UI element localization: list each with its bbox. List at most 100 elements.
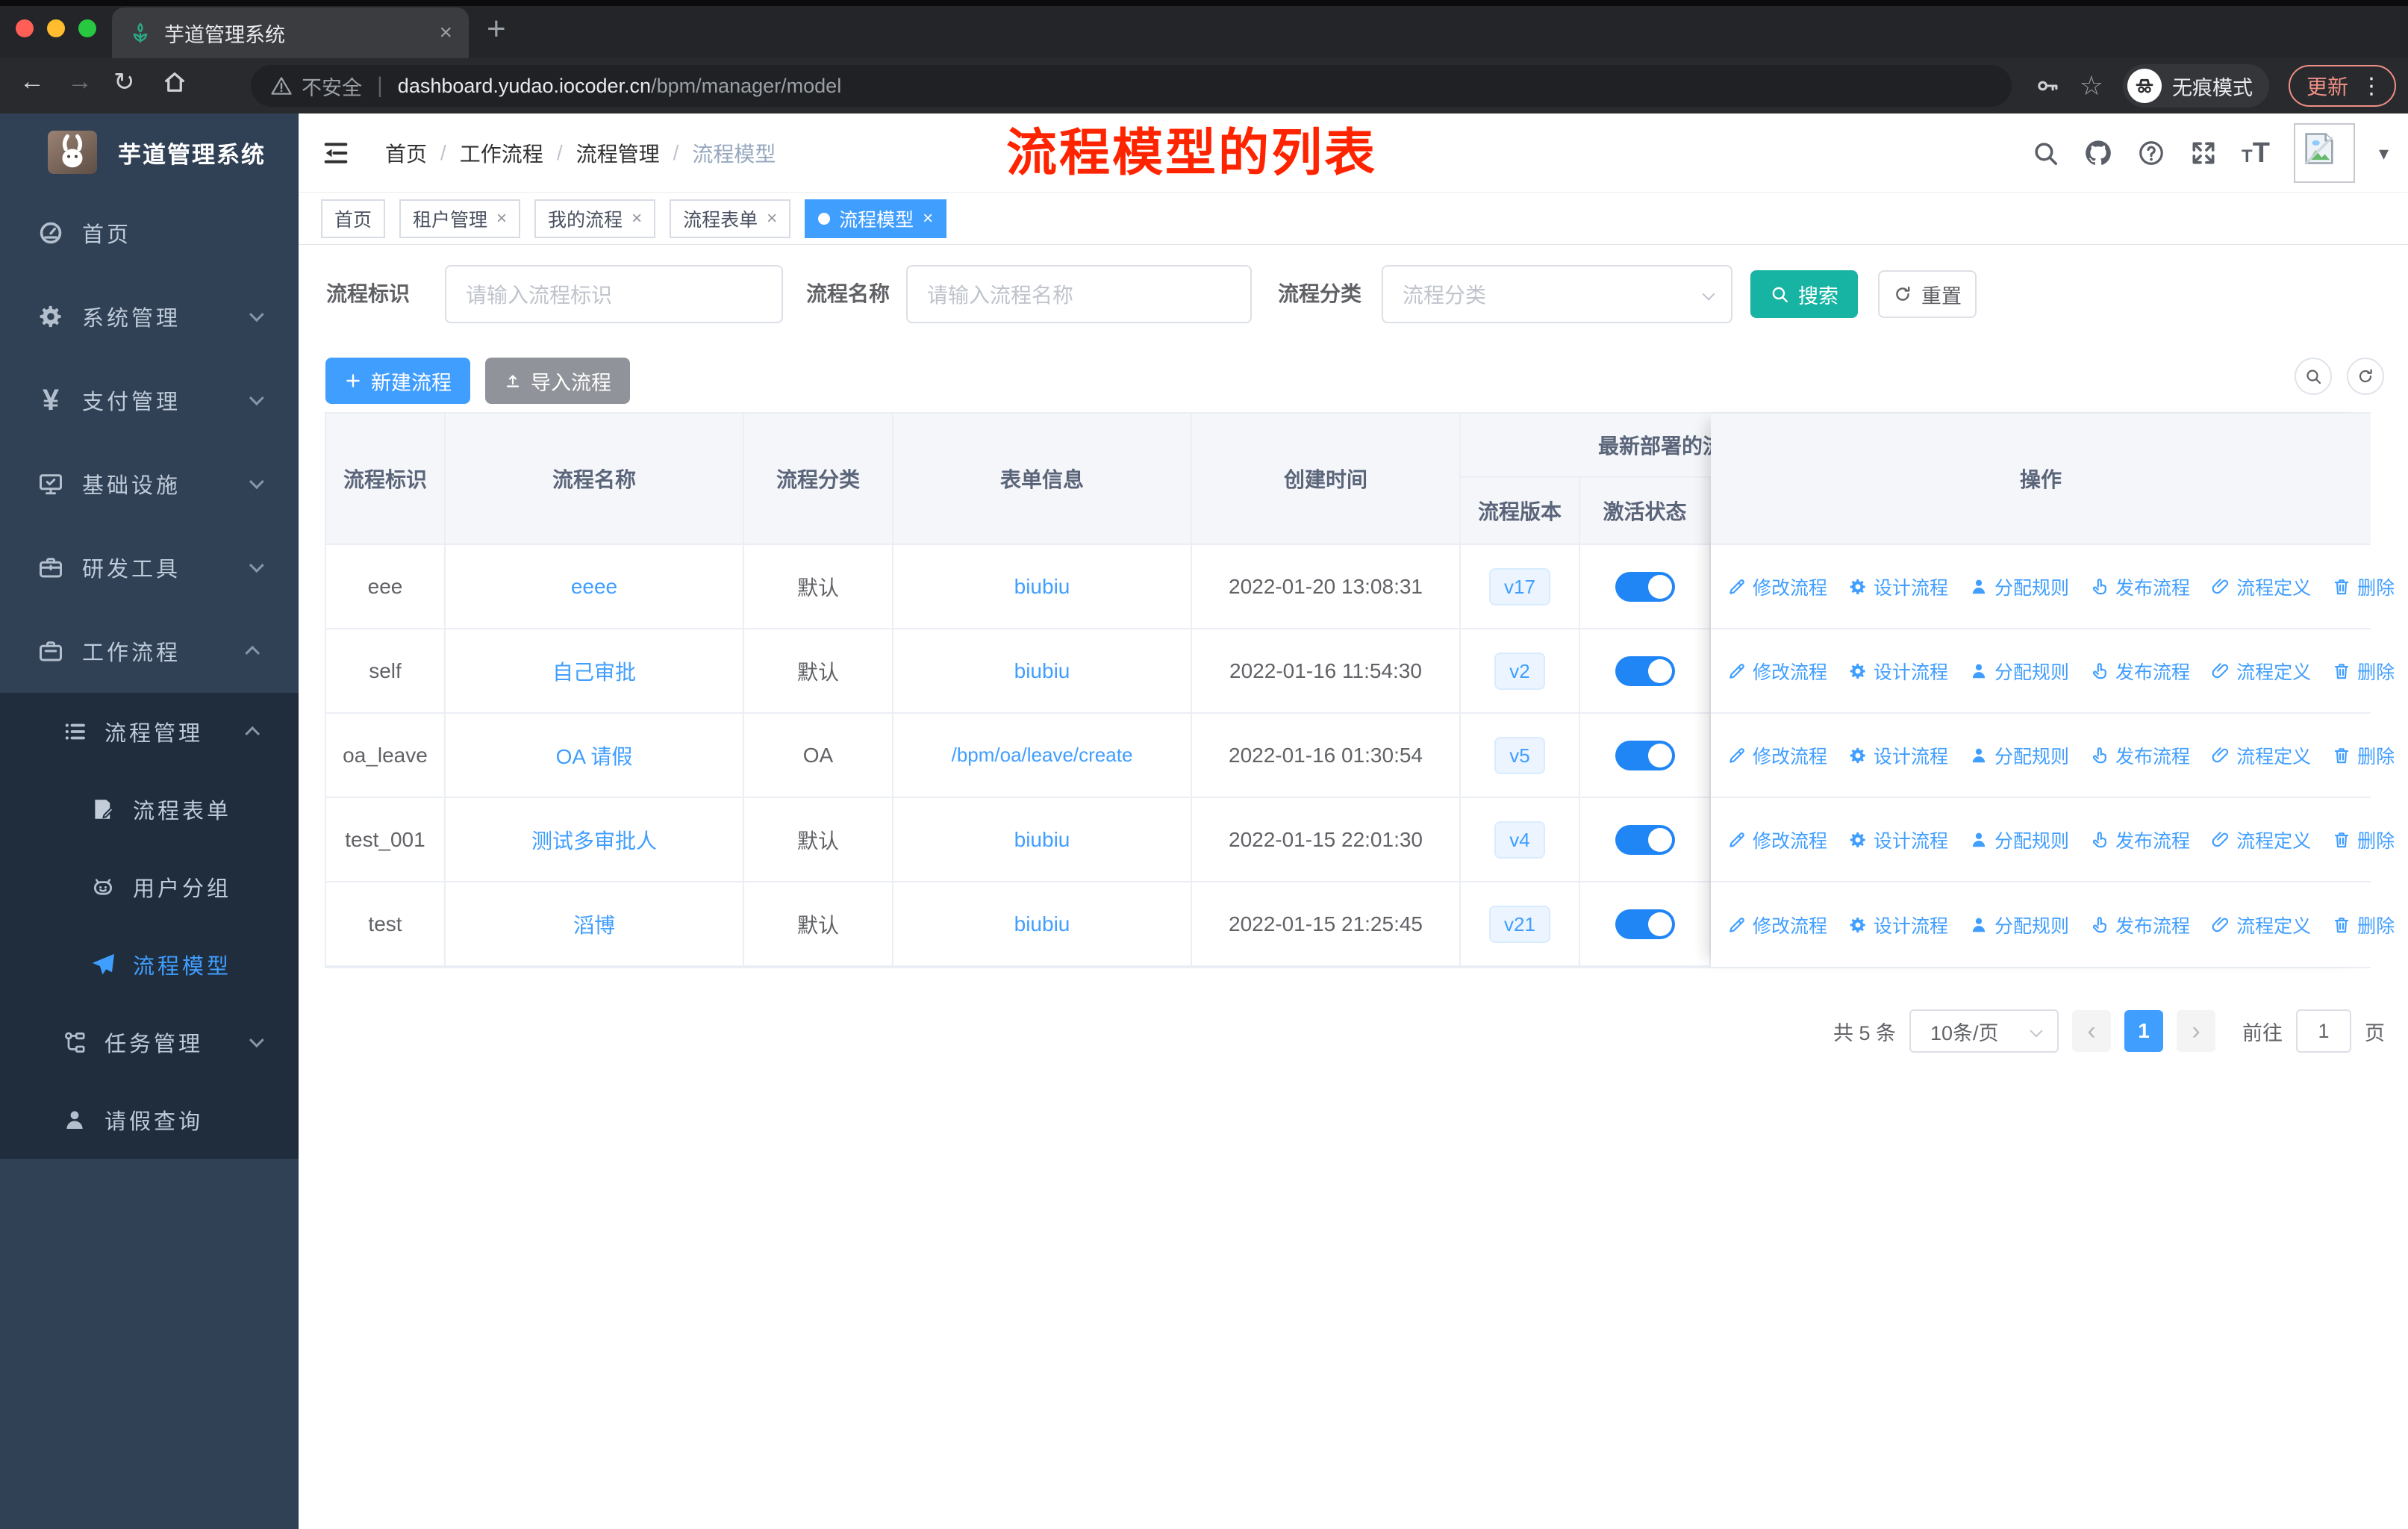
sidebar-item-user-group[interactable]: 用户分组: [0, 848, 299, 926]
active-toggle[interactable]: [1615, 655, 1675, 686]
action-paperclip-link[interactable]: 流程定义: [2211, 826, 2311, 853]
action-edit-link[interactable]: 修改流程: [1727, 658, 1827, 685]
maximize-window-button[interactable]: [78, 19, 96, 37]
close-icon[interactable]: ×: [496, 208, 507, 229]
github-icon[interactable]: [2083, 138, 2113, 168]
action-gear-link[interactable]: 设计流程: [1848, 826, 1948, 853]
close-icon[interactable]: ×: [767, 208, 777, 229]
hamburger-icon[interactable]: [321, 138, 351, 168]
toggle-search-button[interactable]: [2295, 358, 2332, 395]
action-trash-link[interactable]: 删除: [2332, 573, 2395, 600]
action-edit-link[interactable]: 修改流程: [1727, 742, 1827, 769]
forward-icon[interactable]: →: [67, 67, 93, 96]
window-controls[interactable]: [16, 19, 96, 37]
sidebar-item-process-management[interactable]: 流程管理: [0, 693, 299, 770]
action-gear-link[interactable]: 设计流程: [1848, 573, 1948, 600]
action-trash-link[interactable]: 删除: [2332, 912, 2395, 938]
cell-name-link[interactable]: 自己审批: [446, 629, 744, 714]
sidebar-item-process-form[interactable]: 流程表单: [0, 770, 299, 848]
action-hand-point-link[interactable]: 发布流程: [2090, 658, 2190, 685]
sidebar-item-workflow[interactable]: 工作流程: [0, 609, 299, 693]
process-name-input[interactable]: 请输入流程名称: [906, 265, 1252, 323]
action-hand-point-link[interactable]: 发布流程: [2090, 912, 2190, 938]
breadcrumb-process-management[interactable]: 流程管理: [576, 138, 660, 168]
font-size-icon[interactable]: TT: [2242, 137, 2270, 169]
reload-icon[interactable]: ↻: [113, 67, 135, 97]
action-user-link[interactable]: 分配规则: [1969, 826, 2069, 853]
prev-page-button[interactable]: ‹: [2072, 1010, 2111, 1052]
action-edit-link[interactable]: 修改流程: [1727, 826, 1827, 853]
sidebar-item-leave-query[interactable]: 请假查询: [0, 1081, 299, 1159]
cell-form-link[interactable]: biubiu: [893, 545, 1192, 629]
sidebar-item-payment[interactable]: ¥ 支付管理: [0, 358, 299, 442]
goto-page-input[interactable]: 1: [2296, 1009, 2351, 1053]
minimize-window-button[interactable]: [47, 19, 65, 37]
key-icon[interactable]: [2035, 73, 2060, 99]
action-paperclip-link[interactable]: 流程定义: [2211, 912, 2311, 938]
sidebar-item-home[interactable]: 首页: [0, 191, 299, 275]
action-paperclip-link[interactable]: 流程定义: [2211, 742, 2311, 769]
cell-name-link[interactable]: 滔博: [446, 882, 744, 967]
avatar-caret-down-icon[interactable]: ▾: [2379, 142, 2389, 165]
action-gear-link[interactable]: 设计流程: [1848, 742, 1948, 769]
action-edit-link[interactable]: 修改流程: [1727, 573, 1827, 600]
action-hand-point-link[interactable]: 发布流程: [2090, 573, 2190, 600]
action-paperclip-link[interactable]: 流程定义: [2211, 658, 2311, 685]
search-button[interactable]: 搜索: [1750, 270, 1858, 318]
tag-process-form[interactable]: 流程表单 ×: [670, 199, 791, 238]
tab-close-icon[interactable]: ×: [439, 20, 452, 46]
page-1-button[interactable]: 1: [2124, 1010, 2163, 1052]
action-user-link[interactable]: 分配规则: [1969, 912, 2069, 938]
help-icon[interactable]: [2137, 139, 2165, 167]
cell-name-link[interactable]: eeee: [446, 545, 744, 629]
refresh-table-button[interactable]: [2347, 358, 2384, 395]
active-toggle[interactable]: [1615, 740, 1675, 770]
action-paperclip-link[interactable]: 流程定义: [2211, 573, 2311, 600]
action-edit-link[interactable]: 修改流程: [1727, 912, 1827, 938]
close-icon[interactable]: ×: [923, 208, 933, 229]
create-process-button[interactable]: 新建流程: [325, 358, 470, 404]
sidebar-item-task-management[interactable]: 任务管理: [0, 1003, 299, 1081]
search-icon[interactable]: [2031, 139, 2059, 167]
tag-tenant[interactable]: 租户管理 ×: [399, 199, 521, 238]
bookmark-star-icon[interactable]: ☆: [2080, 70, 2103, 102]
cell-name-link[interactable]: OA 请假: [446, 714, 744, 798]
process-category-select[interactable]: 流程分类: [1382, 265, 1732, 323]
close-icon[interactable]: ×: [631, 208, 642, 229]
breadcrumb-home[interactable]: 首页: [385, 138, 427, 168]
cell-form-link[interactable]: /bpm/oa/leave/create: [893, 714, 1192, 798]
active-toggle[interactable]: [1615, 909, 1675, 939]
tag-my-process[interactable]: 我的流程 ×: [534, 199, 656, 238]
sidebar-item-process-model[interactable]: 流程模型: [0, 926, 299, 1003]
action-trash-link[interactable]: 删除: [2332, 826, 2395, 853]
active-toggle[interactable]: [1615, 824, 1675, 855]
action-gear-link[interactable]: 设计流程: [1848, 912, 1948, 938]
reset-button[interactable]: 重置: [1878, 270, 1977, 318]
next-page-button[interactable]: ›: [2177, 1010, 2215, 1052]
tag-home[interactable]: 首页: [321, 199, 386, 238]
version-badge[interactable]: v2: [1494, 652, 1545, 690]
back-icon[interactable]: ←: [19, 67, 45, 96]
action-trash-link[interactable]: 删除: [2332, 658, 2395, 685]
new-tab-button[interactable]: +: [487, 10, 506, 48]
sidebar-item-system[interactable]: 系统管理: [0, 275, 299, 358]
tag-process-model[interactable]: 流程模型 ×: [805, 199, 947, 238]
page-size-select[interactable]: 10条/页: [1909, 1009, 2059, 1053]
version-badge[interactable]: v21: [1489, 905, 1550, 943]
url-bar[interactable]: 不安全 | dashboard.yudao.iocoder.cn/bpm/man…: [251, 65, 2012, 107]
security-label[interactable]: 不安全: [302, 72, 362, 101]
active-toggle[interactable]: [1615, 571, 1675, 602]
home-icon[interactable]: [161, 67, 188, 96]
action-user-link[interactable]: 分配规则: [1969, 658, 2069, 685]
breadcrumb-workflow[interactable]: 工作流程: [460, 138, 543, 168]
avatar[interactable]: [2293, 123, 2355, 183]
browser-menu-dots-icon[interactable]: ⋮: [2360, 73, 2383, 99]
action-user-link[interactable]: 分配规则: [1969, 742, 2069, 769]
browser-tab[interactable]: 芋道管理系统 ×: [112, 7, 469, 58]
import-process-button[interactable]: 导入流程: [485, 358, 630, 404]
cell-name-link[interactable]: 测试多审批人: [446, 798, 744, 882]
version-badge[interactable]: v4: [1494, 820, 1545, 859]
version-badge[interactable]: v5: [1494, 736, 1545, 774]
sidebar-item-infrastructure[interactable]: 基础设施: [0, 442, 299, 526]
process-key-input[interactable]: 请输入流程标识: [445, 265, 783, 323]
